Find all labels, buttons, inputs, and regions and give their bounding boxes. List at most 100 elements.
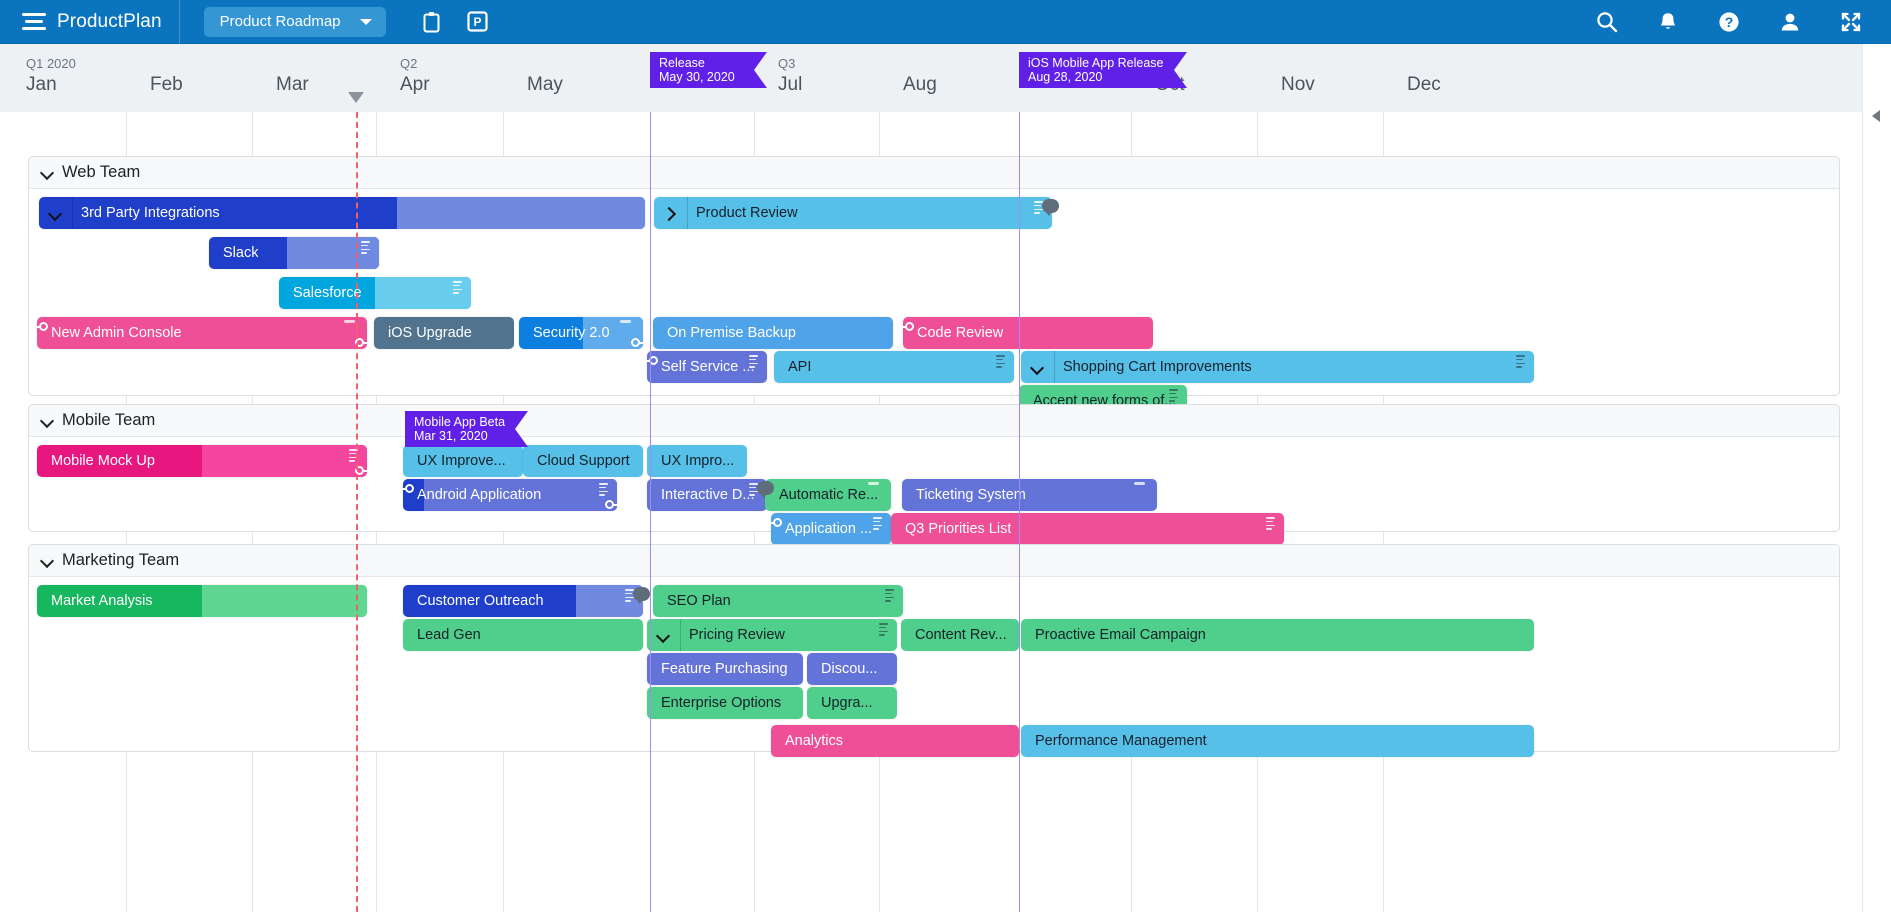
month-label: Apr xyxy=(400,74,430,95)
dependency-handle-left[interactable] xyxy=(900,319,915,331)
bar-label: Market Analysis xyxy=(51,593,153,609)
month-label: Dec xyxy=(1407,74,1441,95)
bar-notes-icon[interactable] xyxy=(873,517,882,530)
comment-bubble-icon[interactable] xyxy=(757,481,774,498)
comment-bubble-icon[interactable] xyxy=(633,587,650,604)
bar-expand-toggle[interactable] xyxy=(654,197,688,229)
bar-notes-icon[interactable] xyxy=(879,623,888,636)
quarter-label: Q3 xyxy=(778,56,796,71)
bar-notes-icon[interactable] xyxy=(1516,355,1525,368)
roadmap-bar[interactable]: Customer Outreach xyxy=(403,585,643,617)
bar-drag-handle[interactable] xyxy=(1134,482,1145,485)
bar-notes-icon[interactable] xyxy=(1169,389,1178,402)
chevron-down-icon[interactable] xyxy=(41,554,54,567)
brand-home-link[interactable]: ProductPlan xyxy=(0,0,180,44)
roadmap-bar[interactable]: Code Review xyxy=(903,317,1153,349)
milestone-date: Mar 31, 2020 xyxy=(414,429,488,443)
roadmap-bar[interactable]: Pricing Review xyxy=(647,619,897,651)
roadmap-bar[interactable]: UX Improve... xyxy=(403,445,523,477)
toolbar-icon-group: P xyxy=(420,10,490,34)
roadmap-bar[interactable]: Upgra... xyxy=(807,687,897,719)
roadmap-bar[interactable]: Self Service ... xyxy=(647,351,767,383)
bar-notes-icon[interactable] xyxy=(599,483,608,496)
bar-expand-toggle[interactable] xyxy=(647,619,681,651)
roadmap-bar[interactable]: Interactive D... xyxy=(647,479,767,511)
bar-expand-toggle[interactable] xyxy=(39,197,73,229)
today-marker-handle[interactable] xyxy=(348,92,364,103)
milestone-date: May 30, 2020 xyxy=(659,70,735,84)
roadmap-bar[interactable]: Discou... xyxy=(807,653,897,685)
roadmap-bar[interactable]: Security 2.0 xyxy=(519,317,643,349)
milestone-marker[interactable]: Release May 30, 2020 xyxy=(650,52,767,88)
bar-notes-icon[interactable] xyxy=(453,281,462,294)
bar-drag-handle[interactable] xyxy=(620,320,631,323)
roadmap-bar[interactable]: Analytics xyxy=(771,725,1019,757)
document-title-dropdown[interactable]: Product Roadmap xyxy=(203,6,386,37)
roadmap-bar[interactable]: 3rd Party Integrations xyxy=(39,197,645,229)
swimlane-header[interactable]: Marketing Team xyxy=(29,545,1839,577)
bar-notes-icon[interactable] xyxy=(749,355,758,368)
roadmap-bar[interactable]: Ticketing System xyxy=(902,479,1157,511)
roadmap-bar[interactable]: Enterprise Options xyxy=(647,687,803,719)
dependency-handle-left[interactable] xyxy=(644,353,659,365)
roadmap-bar[interactable]: Lead Gen xyxy=(403,619,643,651)
swimlane-header[interactable]: Mobile Team xyxy=(29,405,1839,437)
expand-icon[interactable] xyxy=(1839,10,1863,34)
roadmap-bar[interactable]: Feature Purchasing xyxy=(647,653,803,685)
bar-notes-icon[interactable] xyxy=(885,589,894,602)
dependency-handle-right[interactable] xyxy=(631,335,646,347)
roadmap-bar[interactable]: Cloud Support xyxy=(523,445,643,477)
roadmap-bar[interactable]: Performance Management xyxy=(1021,725,1534,757)
milestone-marker[interactable]: Mobile App Beta Mar 31, 2020 xyxy=(405,411,528,447)
bar-label: UX Improve... xyxy=(417,453,506,469)
month-label: May xyxy=(527,74,563,95)
bar-label: UX Impro... xyxy=(661,453,735,469)
roadmap-bar[interactable]: API xyxy=(774,351,1014,383)
dependency-handle-left[interactable] xyxy=(34,319,49,331)
dependency-handle-left[interactable] xyxy=(400,481,415,493)
roadmap-bar[interactable]: SEO Plan xyxy=(653,585,903,617)
search-icon[interactable] xyxy=(1595,10,1619,34)
roadmap-bar[interactable]: Market Analysis xyxy=(37,585,367,617)
p-badge-icon[interactable]: P xyxy=(466,10,490,34)
roadmap-bar[interactable]: Q3 Priorities List xyxy=(891,513,1284,545)
roadmap-bar[interactable]: Product Review xyxy=(654,197,1052,229)
triangle-left-icon[interactable] xyxy=(1872,110,1880,122)
roadmap-bar[interactable]: On Premise Backup xyxy=(653,317,893,349)
bell-icon[interactable] xyxy=(1656,10,1680,34)
roadmap-bar[interactable]: Proactive Email Campaign xyxy=(1021,619,1534,651)
roadmap-bar[interactable]: New Admin Console xyxy=(37,317,367,349)
roadmap-bar[interactable]: UX Impro... xyxy=(647,445,747,477)
comment-bubble-icon[interactable] xyxy=(1042,199,1059,216)
roadmap-bar[interactable]: Content Rev... xyxy=(901,619,1019,651)
top-navigation-bar: ProductPlan Product Roadmap P ? xyxy=(0,0,1891,44)
roadmap-bar[interactable]: Application ... xyxy=(771,513,891,545)
swimlane-header[interactable]: Web Team xyxy=(29,157,1839,189)
bar-notes-icon[interactable] xyxy=(361,241,370,254)
bar-notes-icon[interactable] xyxy=(1266,517,1275,530)
bar-notes-icon[interactable] xyxy=(996,355,1005,368)
roadmap-bar[interactable]: Shopping Cart Improvements xyxy=(1021,351,1534,383)
dependency-handle-right[interactable] xyxy=(605,497,620,509)
month-label: Nov xyxy=(1281,74,1315,95)
roadmap-bar[interactable]: Mobile Mock Up xyxy=(37,445,367,477)
roadmap-bar[interactable]: iOS Upgrade xyxy=(374,317,514,349)
bar-label: iOS Upgrade xyxy=(388,325,472,341)
bar-drag-handle[interactable] xyxy=(868,482,879,485)
roadmap-bar[interactable]: Android Application xyxy=(403,479,617,511)
chevron-down-icon[interactable] xyxy=(41,414,54,427)
bar-label: API xyxy=(788,359,812,375)
roadmap-bar[interactable]: Automatic Re... xyxy=(765,479,891,511)
bar-expand-toggle[interactable] xyxy=(1021,351,1055,383)
chevron-down-icon[interactable] xyxy=(41,166,54,179)
milestone-marker[interactable]: iOS Mobile App Release Aug 28, 2020 xyxy=(1019,52,1187,88)
dependency-handle-left[interactable] xyxy=(768,515,783,527)
bar-drag-handle[interactable] xyxy=(344,320,355,323)
roadmap-bar[interactable]: Salesforce xyxy=(279,277,471,309)
bar-label: Feature Purchasing xyxy=(661,661,788,677)
person-icon[interactable] xyxy=(1778,10,1802,34)
right-rail xyxy=(1862,44,1891,912)
help-icon[interactable]: ? xyxy=(1717,10,1741,34)
roadmap-bar[interactable]: Slack xyxy=(209,237,379,269)
clipboard-icon[interactable] xyxy=(420,10,444,34)
